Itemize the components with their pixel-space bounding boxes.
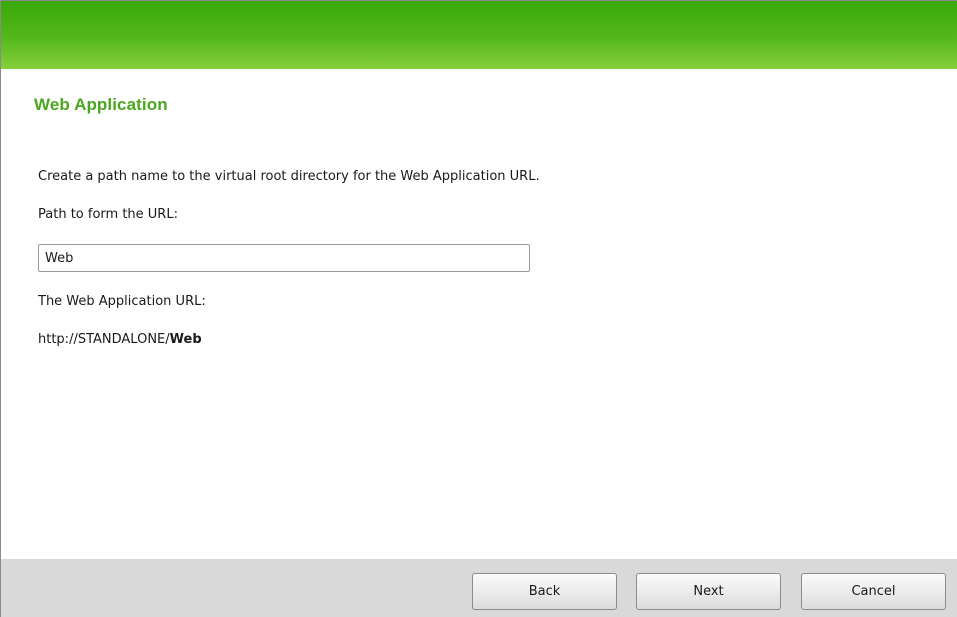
footer-bar: Back Next Cancel bbox=[1, 559, 957, 617]
installer-window: Web Application Create a path name to th… bbox=[0, 0, 957, 617]
path-input[interactable] bbox=[38, 244, 530, 272]
url-prefix: http://STANDALONE/ bbox=[38, 332, 170, 347]
back-button[interactable]: Back bbox=[472, 573, 617, 610]
next-button[interactable]: Next bbox=[636, 573, 781, 610]
url-label: The Web Application URL: bbox=[38, 294, 206, 309]
url-preview: http://STANDALONE/Web bbox=[38, 332, 202, 347]
content-area: Web Application Create a path name to th… bbox=[1, 69, 957, 559]
header-banner bbox=[1, 1, 957, 69]
url-suffix: Web bbox=[169, 332, 202, 347]
cancel-button[interactable]: Cancel bbox=[801, 573, 946, 610]
path-label: Path to form the URL: bbox=[38, 207, 178, 222]
page-title: Web Application bbox=[34, 95, 168, 114]
description-text: Create a path name to the virtual root d… bbox=[38, 169, 540, 184]
